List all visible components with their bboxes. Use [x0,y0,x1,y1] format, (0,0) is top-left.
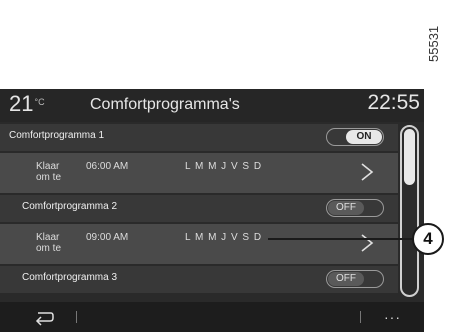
program-name: Comfortprogramma 3 [22,272,118,283]
ready-time: 06:00 AM [86,161,129,172]
program-row-1[interactable]: Comfortprogramma 1 ON [0,124,398,151]
scrollbar[interactable] [400,125,419,297]
temperature-display: 21°C [9,91,45,117]
program-1-toggle[interactable]: ON [326,128,384,146]
chevron-right-icon[interactable] [358,161,376,183]
footer-divider [360,311,361,323]
footer-bar: ··· [0,302,424,332]
status-header: 21°C Comfortprogramma's 22:55 [0,89,424,122]
scroll-thumb[interactable] [404,129,415,185]
chevron-right-icon[interactable] [358,232,376,254]
program-2-details[interactable]: Klaar om te 09:00 AM L M M J V S D [0,224,398,264]
temperature-unit: °C [34,97,45,107]
temperature-value: 21 [9,91,34,116]
ready-label: Klaar om te [36,232,62,254]
toggle-knob: OFF [328,272,364,286]
footer-divider [76,311,77,323]
page-title: Comfortprogramma's [90,96,240,113]
program-2-toggle[interactable]: OFF [326,199,384,217]
program-3-toggle[interactable]: OFF [326,270,384,288]
program-row-3[interactable]: Comfortprogramma 3 OFF [0,266,398,293]
figure-reference-number: 55531 [426,25,441,63]
callout-line [268,238,414,240]
more-options-button[interactable]: ··· [384,309,401,325]
toggle-knob: ON [346,130,382,144]
toggle-knob: OFF [328,201,364,215]
callout-number: 4 [412,223,444,255]
ready-label: Klaar om te [36,161,62,183]
program-1-details[interactable]: Klaar om te 06:00 AM L M M J V S D [0,153,398,193]
program-name: Comfortprogramma 2 [22,201,118,212]
weekdays: L M M J V S D [185,232,263,243]
program-row-2[interactable]: Comfortprogramma 2 OFF [0,195,398,222]
infotainment-screen: 21°C Comfortprogramma's 22:55 Comfortpro… [0,89,424,332]
ready-time: 09:00 AM [86,232,129,243]
clock-display: 22:55 [367,91,420,114]
back-arrow-icon[interactable] [32,307,56,327]
program-name: Comfortprogramma 1 [9,130,105,141]
weekdays: L M M J V S D [185,161,263,172]
